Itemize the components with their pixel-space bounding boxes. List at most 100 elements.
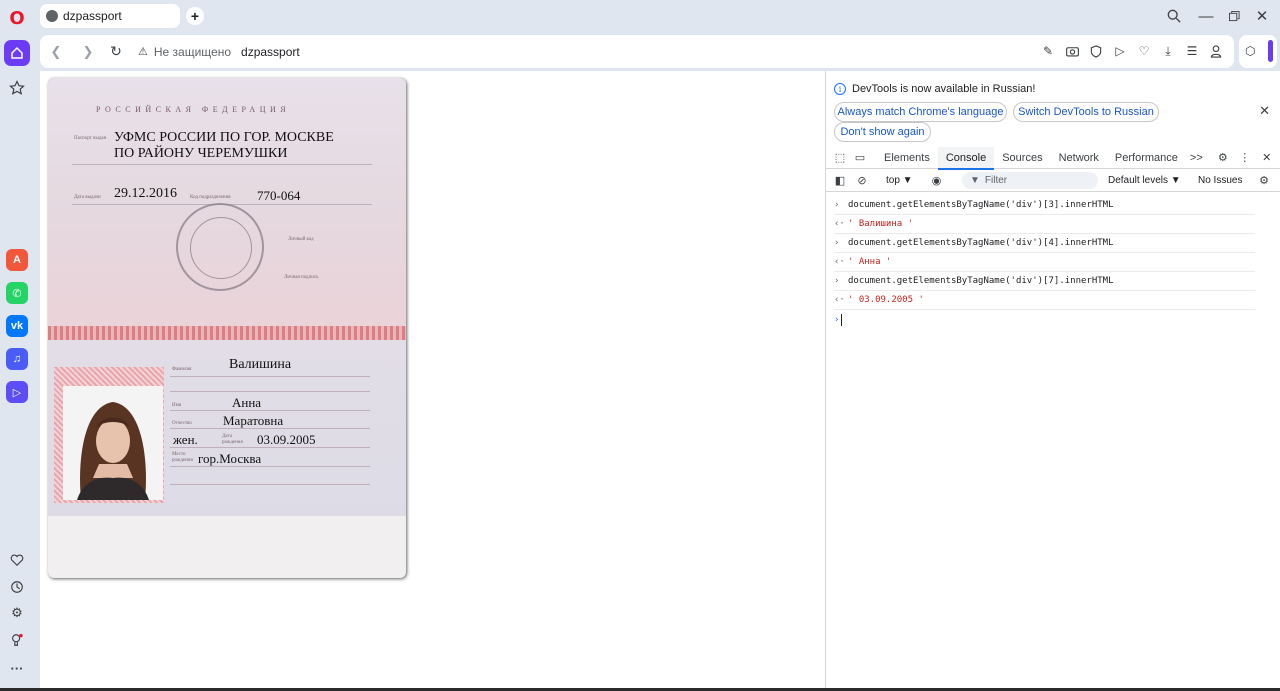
sidebar-accent-bar <box>1268 40 1273 62</box>
console-entry: › document.getElementsByTagName('div')[4… <box>834 234 1255 253</box>
edit-icon[interactable]: ✎ <box>1040 43 1056 59</box>
opera-sidebar: O A ✆ vk ♫ ▷ ⚙ ··· <box>0 0 34 691</box>
tab-elements[interactable]: Elements <box>876 147 938 169</box>
camera-icon[interactable] <box>1064 43 1080 59</box>
birth-date: 03.09.2005 <box>257 432 316 447</box>
birth-date-label: Дата рождения <box>222 434 243 445</box>
issued-by-line1: УФМС РОССИИ ПО ГОР. МОСКВЕ <box>114 130 334 145</box>
forward-icon[interactable]: ❯ <box>78 42 98 62</box>
music-player-icon[interactable]: ♫ <box>6 348 28 370</box>
player-icon[interactable]: ▷ <box>6 381 28 403</box>
holder-photo <box>63 386 163 500</box>
prompt-chevron-icon: › <box>834 314 840 325</box>
devtools-tabs: ⬚ ▭ Elements Console Sources Network Per… <box>826 146 1280 170</box>
shield-icon[interactable] <box>1088 43 1104 59</box>
search-icon[interactable] <box>1164 6 1184 26</box>
tab-console[interactable]: Console <box>937 146 995 170</box>
passport-footer <box>48 516 406 578</box>
issues-button[interactable]: No Issues <box>1198 175 1242 186</box>
tab-title: dzpassport <box>63 9 122 23</box>
close-banner-icon[interactable]: ✕ <box>1259 103 1270 119</box>
sidebar-toggle-icon[interactable]: ◧ <box>832 173 848 189</box>
whatsapp-icon[interactable]: ✆ <box>6 282 28 304</box>
switch-russian-button[interactable]: Switch DevTools to Russian <box>1013 102 1159 122</box>
console-toolbar: ◧ ⊘ top ▼ ◉ ▼ Filter Default levels ▼ No… <box>826 170 1280 192</box>
context-selector[interactable]: top ▼ <box>886 175 913 186</box>
vk-icon[interactable]: vk <box>6 315 28 337</box>
aria-app-icon[interactable]: A <box>6 249 28 271</box>
filter-input[interactable]: ▼ Filter <box>962 172 1098 189</box>
input-chevron-icon: › <box>834 238 840 248</box>
issued-by-line2: ПО РАЙОНУ ЧЕРЕМУШКИ <box>114 146 288 161</box>
new-tab-button[interactable]: + <box>186 7 204 25</box>
devtools-language-banner: i DevTools is now available in Russian! … <box>826 71 1280 145</box>
issued-by-label: Паспорт выдан <box>74 136 107 141</box>
devtools-panel: i DevTools is now available in Russian! … <box>825 71 1280 688</box>
levels-dropdown[interactable]: Default levels ▼ <box>1108 175 1181 186</box>
clear-console-icon[interactable]: ⊘ <box>854 173 870 189</box>
security-indicator[interactable]: ⚠ Не защищено <box>138 45 231 59</box>
history-icon[interactable] <box>5 575 29 599</box>
inspect-icon[interactable]: ⬚ <box>832 150 848 166</box>
console-entry: › document.getElementsByTagName('div')[7… <box>834 272 1255 291</box>
download-icon[interactable]: ⤓ <box>1160 43 1176 59</box>
tips-icon[interactable] <box>5 628 29 652</box>
match-language-button[interactable]: Always match Chrome's language <box>834 102 1007 122</box>
output-arrow-icon: ‹· <box>834 257 845 267</box>
home-icon[interactable] <box>4 40 30 66</box>
reload-icon[interactable]: ↻ <box>106 42 126 62</box>
info-icon: i <box>834 83 846 95</box>
easy-setup-icon[interactable]: ☰ <box>1184 43 1200 59</box>
speed-dial-icon[interactable] <box>5 76 29 100</box>
profile-icon[interactable] <box>1208 43 1224 59</box>
close-window-icon[interactable]: ✕ <box>1252 6 1272 26</box>
filter-icon: ▼ <box>970 175 980 186</box>
back-icon[interactable]: ❮ <box>46 42 66 62</box>
warning-icon: ⚠ <box>138 46 148 58</box>
web-page: РОССИЙСКАЯ ФЕДЕРАЦИЯ Паспорт выдан УФМС … <box>40 71 825 688</box>
settings-icon[interactable]: ⚙ <box>5 601 29 625</box>
settings-gear-icon[interactable]: ⚙ <box>1215 150 1231 166</box>
heart-icon[interactable] <box>5 548 29 572</box>
minimize-icon[interactable]: — <box>1196 6 1216 26</box>
given-name: Анна <box>232 395 262 410</box>
surname: Валишина <box>229 357 292 372</box>
issue-date-label: Дата выдачи <box>74 195 101 200</box>
console-settings-icon[interactable]: ⚙ <box>1256 173 1272 189</box>
close-devtools-icon[interactable]: ✕ <box>1259 150 1275 166</box>
device-toolbar-icon[interactable]: ▭ <box>852 150 868 166</box>
dont-show-again-button[interactable]: Don't show again <box>834 122 931 142</box>
eye-icon[interactable]: ◉ <box>929 173 945 189</box>
browser-tab[interactable]: dzpassport <box>40 4 180 28</box>
console-prompt[interactable]: › <box>834 310 1280 329</box>
patronymic-label: Отчество <box>172 421 192 426</box>
birth-place-label: Место рождения <box>172 452 193 463</box>
cube-icon[interactable]: ⬡ <box>1245 44 1259 58</box>
more-icon[interactable]: ··· <box>5 656 29 680</box>
passport-image: РОССИЙСКАЯ ФЕДЕРАЦИЯ Паспорт выдан УФМС … <box>48 78 406 578</box>
personal-code-label: Личный код <box>288 237 314 242</box>
tab-sources[interactable]: Sources <box>994 147 1050 169</box>
surname-label: Фамилия <box>172 367 192 372</box>
opera-logo-icon[interactable]: O <box>5 6 29 30</box>
url-field[interactable]: dzpassport <box>241 45 300 59</box>
tab-bar: dzpassport + — ✕ <box>34 0 1280 34</box>
console-entry: ‹· ' 03.09.2005 ' <box>834 291 1255 310</box>
output-arrow-icon: ‹· <box>834 295 845 305</box>
birth-place: гор.Москва <box>198 451 262 466</box>
input-chevron-icon: › <box>834 200 840 210</box>
restore-icon[interactable] <box>1224 6 1244 26</box>
kebab-menu-icon[interactable]: ⋮ <box>1237 150 1253 166</box>
console-entry: ‹· ' Анна ' <box>834 253 1255 272</box>
info-message: DevTools is now available in Russian! <box>852 83 1036 95</box>
more-tabs-button[interactable]: >> <box>1186 147 1207 169</box>
address-bar: ❮ ❯ ↻ ⚠ Не защищено dzpassport ✎ ▷ ♡ ⤓ ☰ <box>40 35 1234 68</box>
play-icon[interactable]: ▷ <box>1112 43 1128 59</box>
security-label: Не защищено <box>153 44 232 59</box>
tab-network[interactable]: Network <box>1051 147 1107 169</box>
console-entry: ‹· ' Валишина ' <box>834 215 1255 234</box>
tab-performance[interactable]: Performance <box>1107 147 1186 169</box>
heart-outline-icon[interactable]: ♡ <box>1136 43 1152 59</box>
globe-icon <box>46 10 58 22</box>
issue-date: 29.12.2016 <box>114 186 177 201</box>
